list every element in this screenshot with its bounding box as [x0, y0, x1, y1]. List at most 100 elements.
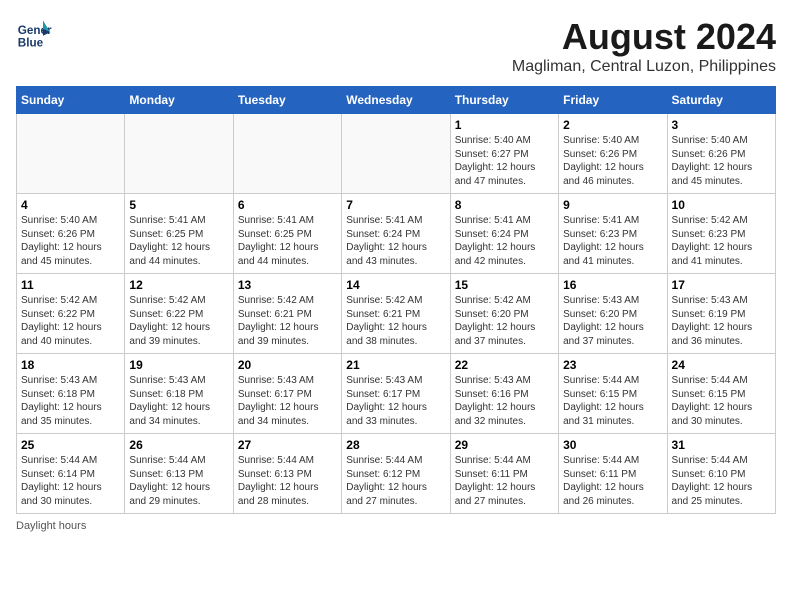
- day-number: 26: [129, 438, 228, 452]
- calendar-cell: 24Sunrise: 5:44 AM Sunset: 6:15 PM Dayli…: [667, 354, 775, 434]
- day-info: Sunrise: 5:44 AM Sunset: 6:12 PM Dayligh…: [346, 454, 445, 508]
- day-number: 18: [21, 358, 120, 372]
- calendar-header-monday: Monday: [125, 87, 233, 114]
- calendar-cell: 10 Sunrise: 5:42 AM Sunset: 6:23 PM Dayli…: [667, 194, 775, 274]
- calendar-cell: 13Sunrise: 5:42 AM Sunset: 6:21 PM Dayli…: [233, 274, 341, 354]
- day-info: Sunrise: 5:42 AM Sunset: 6:20 PM Dayligh…: [455, 294, 554, 348]
- day-number: 4: [21, 198, 120, 212]
- main-title: August 2024: [512, 16, 776, 58]
- day-info: Sunrise: 5:44 AM Sunset: 6:15 PM Dayligh…: [672, 374, 771, 428]
- day-info: Sunrise: 5:42 AM Sunset: 6:23 PM Dayligh…: [672, 214, 771, 268]
- calendar-cell: 28Sunrise: 5:44 AM Sunset: 6:12 PM Dayli…: [342, 434, 450, 514]
- calendar-cell: 1 Sunrise: 5:40 AM Sunset: 6:27 PM Daylig…: [450, 114, 558, 194]
- calendar-cell: 2Sunrise: 5:40 AM Sunset: 6:26 PM Daylig…: [559, 114, 667, 194]
- day-number: 14: [346, 278, 445, 292]
- day-number: 27: [238, 438, 337, 452]
- day-number: 8: [455, 198, 554, 212]
- day-number: 9: [563, 198, 662, 212]
- day-info: Sunrise: 5:43 AM Sunset: 6:19 PM Dayligh…: [672, 294, 771, 348]
- calendar-week-3: 11 Sunrise: 5:42 AM Sunset: 6:22 PM Dayli…: [17, 274, 776, 354]
- day-number: 1: [455, 118, 554, 132]
- calendar-header-friday: Friday: [559, 87, 667, 114]
- day-number: 2: [563, 118, 662, 132]
- day-number: 22: [455, 358, 554, 372]
- day-number: 17: [672, 278, 771, 292]
- calendar-cell: 25Sunrise: 5:44 AM Sunset: 6:14 PM Dayli…: [17, 434, 125, 514]
- day-info: Sunrise: 5:43 AM Sunset: 6:18 PM Dayligh…: [129, 374, 228, 428]
- day-info: Sunrise: 5:41 AM Sunset: 6:25 PM Dayligh…: [238, 214, 337, 268]
- calendar-cell: 18 Sunrise: 5:43 AM Sunset: 6:18 PM Dayli…: [17, 354, 125, 434]
- day-info: Sunrise: 5:40 AM Sunset: 6:27 PM Dayligh…: [455, 134, 554, 188]
- day-info: Sunrise: 5:40 AM Sunset: 6:26 PM Dayligh…: [672, 134, 771, 188]
- calendar-cell: 20 Sunrise: 5:43 AM Sunset: 6:17 PM Dayli…: [233, 354, 341, 434]
- calendar-week-1: 1 Sunrise: 5:40 AM Sunset: 6:27 PM Daylig…: [17, 114, 776, 194]
- day-info: Sunrise: 5:44 AM Sunset: 6:10 PM Dayligh…: [672, 454, 771, 508]
- day-info: Sunrise: 5:44 AM Sunset: 6:15 PM Dayligh…: [563, 374, 662, 428]
- calendar-cell: 11Sunrise: 5:42 AM Sunset: 6:22 PM Dayli…: [17, 274, 125, 354]
- svg-text:Blue: Blue: [18, 37, 44, 50]
- calendar-cell: 4 Sunrise: 5:40 AM Sunset: 6:26 PM Daylig…: [17, 194, 125, 274]
- calendar-cell: 7 Sunrise: 5:41 AM Sunset: 6:24 PM Daylig…: [342, 194, 450, 274]
- day-number: 29: [455, 438, 554, 452]
- calendar-header-row: SundayMondayTuesdayWednesdayThursdayFrid…: [17, 87, 776, 114]
- day-info: Sunrise: 5:43 AM Sunset: 6:17 PM Dayligh…: [238, 374, 337, 428]
- calendar-cell: 15 Sunrise: 5:42 AM Sunset: 6:20 PM Dayli…: [450, 274, 558, 354]
- calendar-header-saturday: Saturday: [667, 87, 775, 114]
- calendar-week-5: 25Sunrise: 5:44 AM Sunset: 6:14 PM Dayli…: [17, 434, 776, 514]
- calendar: SundayMondayTuesdayWednesdayThursdayFrid…: [16, 86, 776, 514]
- day-number: 7: [346, 198, 445, 212]
- day-number: 15: [455, 278, 554, 292]
- calendar-cell: 22 Sunrise: 5:43 AM Sunset: 6:16 PM Dayli…: [450, 354, 558, 434]
- day-info: Sunrise: 5:43 AM Sunset: 6:16 PM Dayligh…: [455, 374, 554, 428]
- day-number: 10: [672, 198, 771, 212]
- day-info: Sunrise: 5:43 AM Sunset: 6:17 PM Dayligh…: [346, 374, 445, 428]
- calendar-header-tuesday: Tuesday: [233, 87, 341, 114]
- title-section: August 2024 Magliman, Central Luzon, Phi…: [512, 16, 776, 76]
- day-info: Sunrise: 5:42 AM Sunset: 6:21 PM Dayligh…: [346, 294, 445, 348]
- logo: General Blue: [16, 16, 52, 52]
- calendar-header-wednesday: Wednesday: [342, 87, 450, 114]
- logo-icon: General Blue: [16, 16, 52, 52]
- calendar-cell: 17 Sunrise: 5:43 AM Sunset: 6:19 PM Dayli…: [667, 274, 775, 354]
- calendar-cell: 9 Sunrise: 5:41 AM Sunset: 6:23 PM Daylig…: [559, 194, 667, 274]
- day-info: Sunrise: 5:41 AM Sunset: 6:24 PM Dayligh…: [346, 214, 445, 268]
- subtitle: Magliman, Central Luzon, Philippines: [512, 58, 776, 76]
- calendar-cell: 12 Sunrise: 5:42 AM Sunset: 6:22 PM Dayli…: [125, 274, 233, 354]
- day-info: Sunrise: 5:40 AM Sunset: 6:26 PM Dayligh…: [21, 214, 120, 268]
- day-info: Sunrise: 5:44 AM Sunset: 6:11 PM Dayligh…: [455, 454, 554, 508]
- calendar-cell: [17, 114, 125, 194]
- day-number: 3: [672, 118, 771, 132]
- day-number: 21: [346, 358, 445, 372]
- day-number: 13: [238, 278, 337, 292]
- calendar-cell: 3 Sunrise: 5:40 AM Sunset: 6:26 PM Daylig…: [667, 114, 775, 194]
- footer-note: Daylight hours: [16, 520, 776, 532]
- calendar-header-sunday: Sunday: [17, 87, 125, 114]
- calendar-cell: 31Sunrise: 5:44 AM Sunset: 6:10 PM Dayli…: [667, 434, 775, 514]
- calendar-cell: 19Sunrise: 5:43 AM Sunset: 6:18 PM Dayli…: [125, 354, 233, 434]
- calendar-cell: 21 Sunrise: 5:43 AM Sunset: 6:17 PM Dayli…: [342, 354, 450, 434]
- calendar-cell: 29 Sunrise: 5:44 AM Sunset: 6:11 PM Dayli…: [450, 434, 558, 514]
- day-info: Sunrise: 5:44 AM Sunset: 6:11 PM Dayligh…: [563, 454, 662, 508]
- day-number: 11: [21, 278, 120, 292]
- day-info: Sunrise: 5:43 AM Sunset: 6:18 PM Dayligh…: [21, 374, 120, 428]
- day-number: 12: [129, 278, 228, 292]
- day-number: 23: [563, 358, 662, 372]
- day-info: Sunrise: 5:41 AM Sunset: 6:23 PM Dayligh…: [563, 214, 662, 268]
- day-number: 20: [238, 358, 337, 372]
- calendar-week-4: 18 Sunrise: 5:43 AM Sunset: 6:18 PM Dayli…: [17, 354, 776, 434]
- day-info: Sunrise: 5:41 AM Sunset: 6:24 PM Dayligh…: [455, 214, 554, 268]
- day-info: Sunrise: 5:44 AM Sunset: 6:13 PM Dayligh…: [238, 454, 337, 508]
- calendar-cell: [342, 114, 450, 194]
- calendar-cell: 6 Sunrise: 5:41 AM Sunset: 6:25 PM Daylig…: [233, 194, 341, 274]
- calendar-cell: 26Sunrise: 5:44 AM Sunset: 6:13 PM Dayli…: [125, 434, 233, 514]
- day-number: 6: [238, 198, 337, 212]
- day-info: Sunrise: 5:42 AM Sunset: 6:22 PM Dayligh…: [129, 294, 228, 348]
- calendar-header-thursday: Thursday: [450, 87, 558, 114]
- calendar-cell: 14 Sunrise: 5:42 AM Sunset: 6:21 PM Dayli…: [342, 274, 450, 354]
- calendar-week-2: 4 Sunrise: 5:40 AM Sunset: 6:26 PM Daylig…: [17, 194, 776, 274]
- day-number: 16: [563, 278, 662, 292]
- calendar-cell: 27 Sunrise: 5:44 AM Sunset: 6:13 PM Dayli…: [233, 434, 341, 514]
- day-info: Sunrise: 5:44 AM Sunset: 6:14 PM Dayligh…: [21, 454, 120, 508]
- calendar-cell: [125, 114, 233, 194]
- calendar-cell: 16Sunrise: 5:43 AM Sunset: 6:20 PM Dayli…: [559, 274, 667, 354]
